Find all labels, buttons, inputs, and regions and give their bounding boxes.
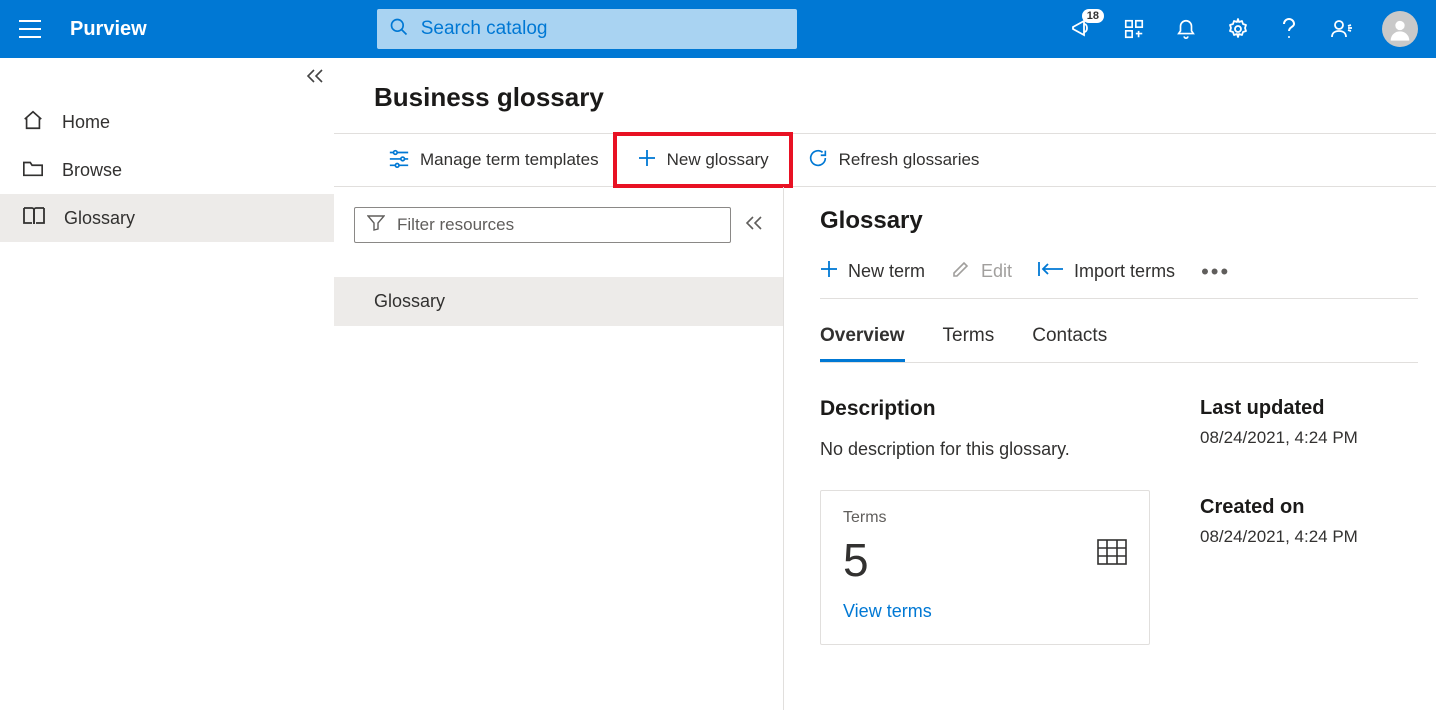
tab-contacts[interactable]: Contacts [1032,317,1107,362]
refresh-label: Refresh glossaries [839,150,980,170]
sidebar-item-home[interactable]: Home [0,98,334,146]
detail-title: Glossary [820,207,1418,235]
filter-box[interactable] [354,207,731,243]
notifications-button[interactable] [1174,17,1198,41]
app-title: Purview [70,18,147,41]
announcements-button[interactable]: 18 [1070,17,1094,41]
glossary-list-pane: Glossary [334,187,784,710]
manage-templates-button[interactable]: Manage term templates [374,140,613,180]
last-updated-heading: Last updated [1200,397,1358,420]
topbar: Purview 18 [0,0,1436,58]
table-icon [1097,539,1127,570]
new-glossary-label: New glossary [667,150,769,170]
search-icon [389,17,409,42]
page-title: Business glossary [334,58,1436,133]
glossary-list-item[interactable]: Glossary [334,277,783,326]
home-icon [22,109,44,136]
tab-overview[interactable]: Overview [820,317,905,362]
edit-button: Edit [951,259,1012,284]
import-icon [1038,261,1064,282]
notification-badge: 18 [1082,9,1104,23]
created-on-value: 08/24/2021, 4:24 PM [1200,527,1358,547]
tab-terms[interactable]: Terms [943,317,995,362]
collapse-sidebar-button[interactable] [306,68,324,89]
feedback-button[interactable] [1330,17,1354,41]
terms-count: 5 [843,533,1127,587]
detail-actions: New term Edit Import terms ••• [820,259,1418,299]
toolbar: Manage term templates New glossary Refre… [334,133,1436,187]
new-term-label: New term [848,261,925,282]
view-terms-link[interactable]: View terms [843,601,1127,622]
sliders-icon [388,148,410,173]
sidebar-item-label: Glossary [64,208,135,229]
import-terms-label: Import terms [1074,261,1175,282]
settings-button[interactable] [1226,17,1250,41]
new-glossary-button[interactable]: New glossary [623,140,783,180]
more-actions-button[interactable]: ••• [1201,268,1230,276]
new-term-button[interactable]: New term [820,260,925,283]
topbar-icons: 18 [1070,11,1418,47]
pencil-icon [951,259,971,284]
description-text: No description for this glossary. [820,439,1160,460]
plus-icon [637,148,657,173]
manage-templates-label: Manage term templates [420,150,599,170]
collapse-list-button[interactable] [745,215,763,236]
sidebar-item-label: Home [62,112,110,133]
refresh-button[interactable]: Refresh glossaries [793,140,994,180]
search-box[interactable] [377,9,797,49]
filter-input[interactable] [397,215,718,235]
refresh-icon [807,147,829,174]
sidebar-item-browse[interactable]: Browse [0,146,334,194]
glossary-icon [22,205,46,232]
hamburger-menu-button[interactable] [14,13,46,45]
import-terms-button[interactable]: Import terms [1038,261,1175,282]
last-updated-value: 08/24/2021, 4:24 PM [1200,428,1358,448]
plus-icon [820,260,838,283]
created-on-heading: Created on [1200,496,1358,519]
detail-tabs: Overview Terms Contacts [820,317,1418,363]
edit-label: Edit [981,261,1012,282]
sidebar-item-glossary[interactable]: Glossary [0,194,334,242]
sidebar-item-label: Browse [62,160,122,181]
sidebar: Home Browse Glossary [0,58,334,710]
glossary-detail-pane: Glossary New term Edit Import terms ••• [784,187,1436,710]
terms-card-label: Terms [843,509,1127,527]
filter-icon [367,215,385,236]
collections-button[interactable] [1122,17,1146,41]
search-input[interactable] [421,18,785,40]
highlighted-new-glossary: New glossary [613,132,793,188]
content: Business glossary Manage term templates … [334,58,1436,710]
terms-card: Terms 5 View terms [820,490,1150,645]
help-button[interactable] [1278,17,1302,41]
folder-icon [22,158,44,183]
description-heading: Description [820,397,1160,421]
user-avatar[interactable] [1382,11,1418,47]
